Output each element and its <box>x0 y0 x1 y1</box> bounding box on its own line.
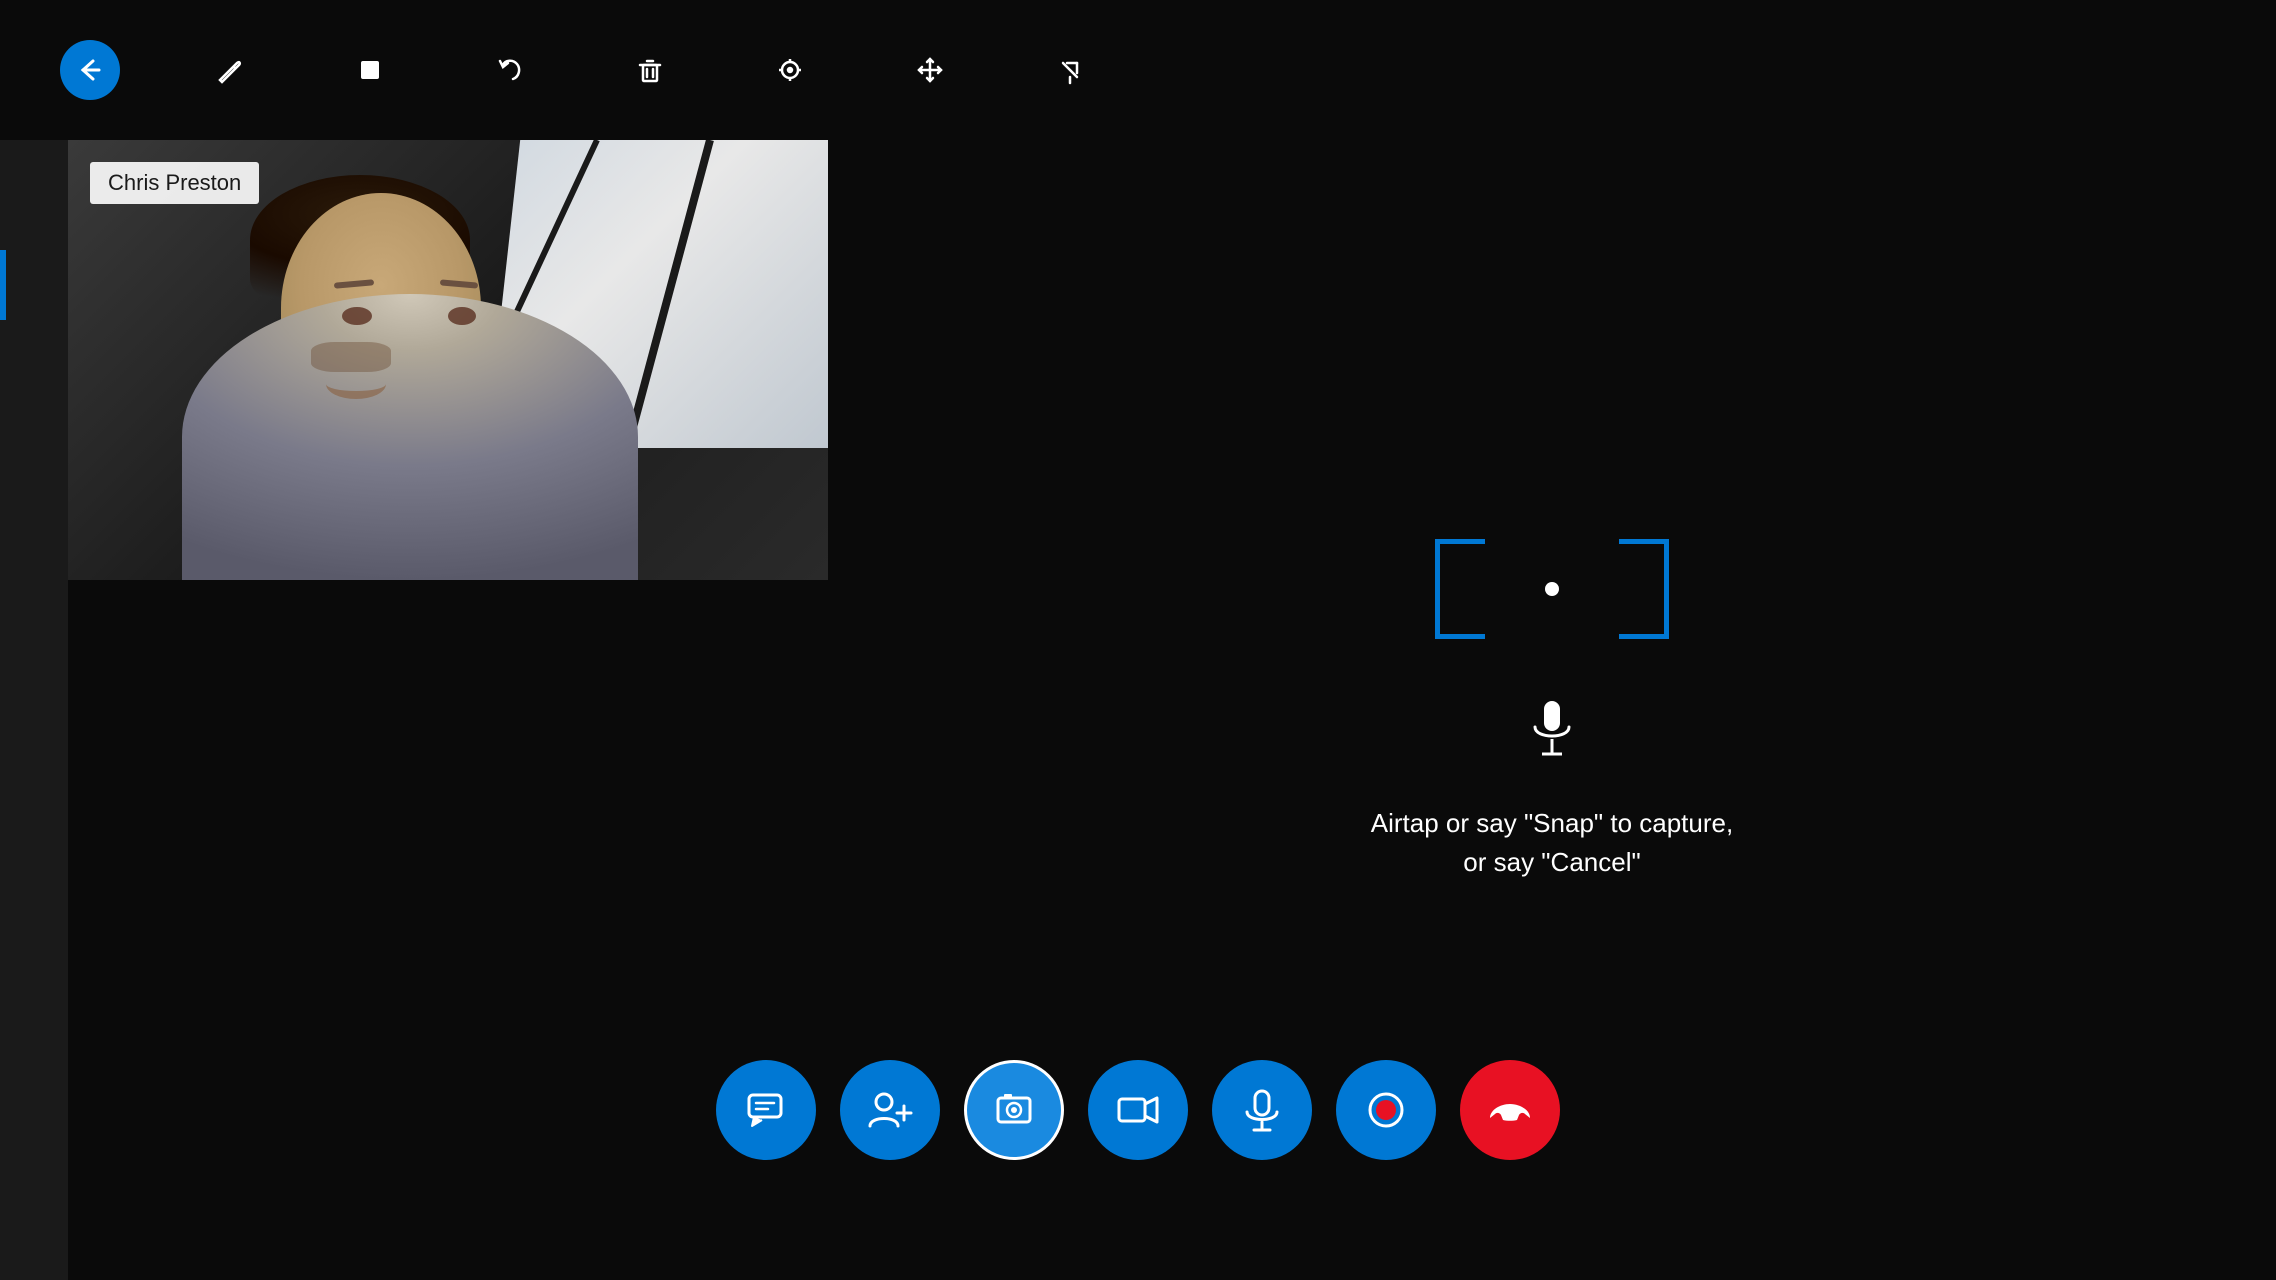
microphone-button[interactable] <box>1212 1060 1312 1160</box>
record-button[interactable] <box>1336 1060 1436 1160</box>
person-body <box>182 294 638 580</box>
participant-name-tag: Chris Preston <box>90 162 259 204</box>
mouth <box>326 369 386 399</box>
snap-bracket <box>1435 539 1669 639</box>
pen-button[interactable] <box>200 40 260 100</box>
toolbar <box>0 0 2276 140</box>
video-feed: Chris Preston <box>68 140 828 580</box>
sidebar-active-indicator <box>0 250 6 320</box>
add-participant-button[interactable] <box>840 1060 940 1160</box>
target-button[interactable] <box>760 40 820 100</box>
snap-dot <box>1545 582 1559 596</box>
move-button[interactable] <box>900 40 960 100</box>
screenshot-button[interactable] <box>964 1060 1064 1160</box>
end-call-button[interactable] <box>1460 1060 1560 1160</box>
bracket-right <box>1619 539 1669 639</box>
video-placeholder <box>68 140 828 580</box>
pin-button[interactable] <box>1040 40 1100 100</box>
beard <box>311 342 391 372</box>
controls-bar <box>0 1060 2276 1160</box>
stop-button[interactable] <box>340 40 400 100</box>
sidebar <box>0 140 68 1280</box>
back-button[interactable] <box>60 40 120 100</box>
chat-button[interactable] <box>716 1060 816 1160</box>
delete-button[interactable] <box>620 40 680 100</box>
bracket-left <box>1435 539 1485 639</box>
microphone-icon <box>1527 699 1577 764</box>
undo-button[interactable] <box>480 40 540 100</box>
eye-left <box>342 307 372 325</box>
snap-instruction: Airtap or say "Snap" to capture, or say … <box>1371 804 1733 882</box>
video-button[interactable] <box>1088 1060 1188 1160</box>
